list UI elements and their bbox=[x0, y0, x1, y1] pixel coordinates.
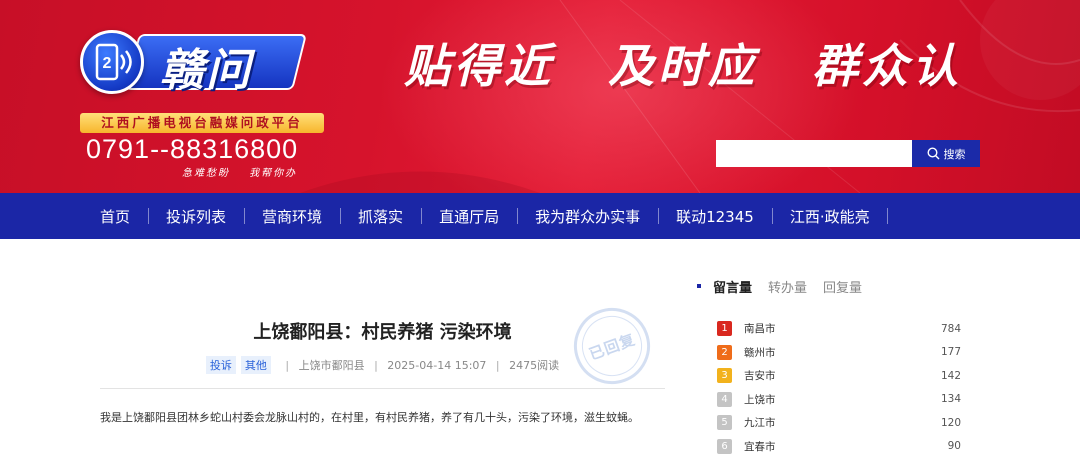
tag-complaint[interactable]: 投诉 bbox=[206, 356, 236, 374]
replied-stamp-label: 已回复 bbox=[574, 308, 651, 385]
nav-jiangxi-zhengnengliang[interactable]: 江西·政能亮 bbox=[772, 206, 888, 227]
nav-business-environment[interactable]: 营商环境 bbox=[244, 206, 340, 227]
tab-transfers[interactable]: 转办量 bbox=[768, 277, 807, 296]
list-item[interactable]: 5 九江市 120 bbox=[697, 411, 967, 435]
rank-value: 784 bbox=[901, 323, 961, 335]
main-nav: 首页 投诉列表 营商环境 抓落实 直通厅局 我为群众办实事 联动12345 江西… bbox=[0, 193, 1080, 239]
tab-replies[interactable]: 回复量 bbox=[823, 277, 862, 296]
slogan-3: 群众认 bbox=[812, 39, 962, 93]
search-icon bbox=[927, 147, 940, 160]
rank-value: 134 bbox=[901, 393, 961, 405]
nav-linkage-12345[interactable]: 联动12345 bbox=[658, 206, 772, 227]
ranking-list: 1 南昌市 784 2 赣州市 177 3 吉安市 142 4 上饶市 1 3 4 … bbox=[697, 317, 967, 458]
sidebar-ranking: 留言量 转办量 回复量 1 南昌市 784 2 赣州市 177 3 吉安市 14… bbox=[697, 272, 967, 458]
platform-subtitle: 江西广播电视台融媒问政平台 bbox=[80, 113, 324, 133]
rank-value: 142 bbox=[901, 370, 961, 382]
hotline-tagline: 急难愁盼 我帮你办 bbox=[182, 164, 311, 179]
nav-practical-matters[interactable]: 我为群众办实事 bbox=[517, 206, 658, 227]
rank-city: 赣州市 bbox=[744, 345, 901, 360]
list-item[interactable]: 3 吉安市 142 bbox=[697, 364, 967, 388]
rank-value: 120 bbox=[901, 417, 961, 429]
list-item[interactable]: 1 南昌市 784 bbox=[697, 317, 967, 341]
rank-badge: 4 bbox=[717, 392, 732, 407]
hotline-tagline-1: 急难愁盼 bbox=[182, 168, 230, 179]
ranking-tabs: 留言量 转办量 回复量 bbox=[697, 272, 967, 300]
meta-separator: | bbox=[285, 359, 289, 372]
header-banner: 2 赣问 江西广播电视台融媒问政平台 0791--88316800 急难愁盼 我… bbox=[0, 0, 1080, 193]
tab-marker bbox=[697, 284, 701, 288]
rank-value: 90 bbox=[901, 440, 961, 452]
rank-city: 吉安市 bbox=[744, 368, 901, 383]
nav-implementation[interactable]: 抓落实 bbox=[340, 206, 421, 227]
list-item[interactable]: 4 上饶市 134 bbox=[697, 388, 967, 412]
article-datetime: 2025-04-14 15:07 bbox=[387, 359, 486, 372]
rank-value: 177 bbox=[901, 346, 961, 358]
list-item[interactable]: 6 宜春市 90 bbox=[697, 435, 967, 458]
rank-badge: 6 bbox=[717, 439, 732, 454]
tag-other[interactable]: 其他 bbox=[241, 356, 271, 374]
rank-city: 宜春市 bbox=[744, 439, 901, 454]
rank-badge: 2 bbox=[717, 345, 732, 360]
rank-badge: 5 bbox=[717, 415, 732, 430]
article-divider bbox=[100, 388, 665, 389]
article-location: 上饶市鄱阳县 bbox=[299, 359, 365, 372]
phone-icon: 2 bbox=[80, 30, 144, 94]
site-logo[interactable]: 2 赣问 bbox=[80, 28, 300, 92]
rank-badge: 3 bbox=[717, 368, 732, 383]
hotline-tagline-2: 我帮你办 bbox=[249, 168, 297, 179]
hotline-number: 0791--88316800 bbox=[86, 134, 298, 165]
search-button[interactable]: 搜索 bbox=[912, 140, 980, 167]
meta-separator: | bbox=[496, 359, 500, 372]
rank-city: 九江市 bbox=[744, 415, 901, 430]
meta-separator: | bbox=[374, 359, 378, 372]
rank-city: 南昌市 bbox=[744, 321, 901, 336]
article-body: 我是上饶鄱阳县团林乡蛇山村委会龙脉山村的，在村里，有村民养猪，养了有几十头，污染… bbox=[100, 409, 665, 427]
tab-messages[interactable]: 留言量 bbox=[713, 277, 752, 296]
nav-complaint-list[interactable]: 投诉列表 bbox=[148, 206, 244, 227]
article-reads: 2475阅读 bbox=[509, 359, 559, 372]
nav-home[interactable]: 首页 bbox=[82, 206, 148, 227]
nav-direct-departments[interactable]: 直通厅局 bbox=[421, 206, 517, 227]
slogan-1: 贴得近 bbox=[404, 39, 554, 93]
slogan-2: 及时应 bbox=[608, 39, 758, 93]
search-button-label: 搜索 bbox=[944, 146, 966, 162]
search-input[interactable] bbox=[716, 140, 912, 167]
rank-badge: 1 bbox=[717, 321, 732, 336]
rank-city: 上饶市 bbox=[744, 392, 901, 407]
list-item[interactable]: 2 赣州市 177 bbox=[697, 341, 967, 365]
svg-text:2: 2 bbox=[103, 55, 112, 72]
slogan: 贴得近 及时应 群众认 bbox=[404, 30, 996, 96]
logo-text: 赣问 bbox=[160, 34, 252, 98]
